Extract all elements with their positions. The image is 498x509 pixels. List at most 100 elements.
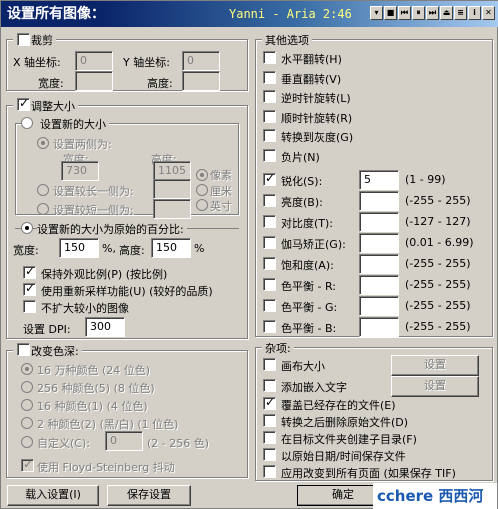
close-icon[interactable]: ✕: [482, 6, 495, 20]
adjust-label: 饱和度(A):: [281, 259, 334, 272]
stop-icon[interactable]: ■: [384, 6, 397, 20]
keep-date-checkbox[interactable]: [263, 448, 276, 461]
load-settings-button[interactable]: 载入设置(I): [7, 485, 99, 506]
other-option-checkbox[interactable]: [263, 51, 276, 64]
adjust-label: 亮度(B):: [281, 196, 323, 209]
adjust-input[interactable]: [359, 233, 399, 253]
adjust-range: (-255 - 255): [405, 320, 471, 333]
other-option-label: 转换到灰度(G): [281, 131, 354, 144]
other-options-caption: 其他选项: [262, 32, 312, 48]
menu-icon[interactable]: ▾: [370, 6, 383, 20]
create-subdir-checkbox[interactable]: [263, 431, 276, 444]
depth-8bit-radio[interactable]: [21, 381, 33, 393]
adjust-checkbox[interactable]: [263, 236, 276, 249]
adjust-label: 色平衡 - R:: [281, 280, 336, 293]
adjust-checkbox[interactable]: [263, 278, 276, 291]
new-size-radio[interactable]: [21, 117, 33, 129]
both-height-input[interactable]: 1105: [153, 161, 191, 181]
unit-px-radio[interactable]: [196, 169, 208, 181]
shorter-side-radio[interactable]: [37, 203, 49, 215]
all-pages-label: 应用改变到所有页面 (如果保存 TIF): [281, 467, 456, 480]
longer-side-input[interactable]: [153, 179, 191, 199]
adjust-input[interactable]: [359, 191, 399, 211]
no-enlarge-checkbox[interactable]: [23, 300, 36, 313]
adjust-checkbox[interactable]: [263, 257, 276, 270]
both-sides-radio[interactable]: [37, 137, 49, 149]
now-playing-text: Yanni - Aria 2:46: [229, 7, 352, 21]
crop-height-label: 高度:: [147, 77, 173, 90]
depth-custom-radio[interactable]: [21, 436, 33, 448]
embed-text-checkbox[interactable]: [263, 379, 276, 392]
eject-icon[interactable]: ⏏: [440, 6, 453, 20]
dpi-input[interactable]: 300: [85, 317, 125, 337]
adjust-input[interactable]: 5: [359, 170, 399, 190]
percent-height-input[interactable]: 150: [151, 238, 191, 258]
adjust-input[interactable]: [359, 254, 399, 274]
both-sides-label: 设置两侧为:: [53, 138, 112, 151]
crop-x-input[interactable]: 0: [75, 51, 113, 71]
resample-checkbox[interactable]: [23, 281, 36, 296]
adjust-checkbox[interactable]: [263, 171, 276, 186]
save-settings-button[interactable]: 保存设置: [107, 485, 191, 506]
window-title: 设置所有图像：: [7, 6, 105, 22]
pause-icon[interactable]: ⏸: [412, 6, 425, 20]
crop-y-label: Y 轴坐标:: [123, 56, 170, 69]
all-pages-checkbox[interactable]: [263, 465, 276, 478]
next-icon[interactable]: ⏭: [426, 6, 439, 20]
adjust-checkbox[interactable]: [263, 299, 276, 312]
overwrite-label: 覆盖已经存在的文件(E): [281, 399, 396, 412]
playlist-icon[interactable]: ≡: [454, 6, 467, 20]
both-width-input[interactable]: 730: [61, 161, 99, 181]
adjust-input[interactable]: [359, 296, 399, 316]
adjust-input[interactable]: [359, 317, 399, 337]
adjust-range: (-255 - 255): [405, 278, 471, 291]
other-option-checkbox[interactable]: [263, 109, 276, 123]
floyd-label: 使用 Floyd-Steinberg 抖动: [37, 461, 175, 474]
other-option-checkbox[interactable]: [263, 70, 276, 84]
percent-width-input[interactable]: 150: [59, 238, 99, 258]
depth-8bit-label: 256 种颜色(5) (8 位色): [37, 382, 155, 395]
keep-aspect-checkbox[interactable]: [23, 264, 36, 279]
unit-cm-label: 厘米: [210, 185, 232, 198]
depth-24bit-radio[interactable]: [21, 363, 33, 375]
embed-text-label: 添加嵌入文字: [281, 381, 347, 394]
depth-1bit-radio[interactable]: [21, 417, 33, 429]
adjust-input[interactable]: [359, 275, 399, 295]
longer-side-radio[interactable]: [37, 184, 49, 196]
crop-checkbox[interactable]: [17, 33, 30, 46]
depth-custom-input[interactable]: 0: [105, 431, 143, 451]
depth-4bit-radio[interactable]: [21, 399, 33, 411]
embed-settings-button[interactable]: 设置: [391, 376, 479, 397]
shorter-side-input[interactable]: [153, 199, 191, 219]
other-option-checkbox[interactable]: [263, 129, 276, 142]
other-option-checkbox[interactable]: [263, 148, 276, 162]
misc-caption: 杂项:: [262, 340, 294, 356]
percent-sym-2: %: [194, 242, 205, 255]
adjust-checkbox[interactable]: [263, 215, 276, 228]
info-icon[interactable]: i: [468, 6, 481, 20]
percent-radio[interactable]: [21, 222, 33, 234]
adjust-label: 色平衡 - G:: [281, 301, 338, 314]
canvas-settings-button[interactable]: 设置: [391, 355, 479, 376]
resize-checkbox[interactable]: [17, 96, 30, 111]
adjust-checkbox[interactable]: [263, 194, 276, 207]
crop-y-input[interactable]: 0: [182, 51, 220, 71]
percent-height-label: 高度:: [119, 244, 145, 257]
floyd-checkbox[interactable]: [21, 457, 34, 472]
color-depth-checkbox[interactable]: [17, 343, 30, 356]
prev-icon[interactable]: ⏮: [398, 6, 411, 20]
delete-original-label: 转换之后删除原始文件(D): [281, 416, 409, 429]
no-enlarge-label: 不扩大较小的图像: [41, 302, 129, 315]
other-option-checkbox[interactable]: [263, 90, 276, 103]
crop-width-input[interactable]: [75, 71, 113, 91]
other-option-label: 负片(N): [281, 150, 320, 164]
adjust-input[interactable]: [359, 212, 399, 232]
crop-height-input[interactable]: [182, 71, 220, 91]
canvas-size-checkbox[interactable]: [263, 358, 276, 371]
unit-in-radio[interactable]: [196, 199, 208, 211]
depth-24bit-label: 16 万种颜色 (24 位色): [37, 364, 151, 377]
delete-original-checkbox[interactable]: [263, 414, 276, 427]
overwrite-checkbox[interactable]: [263, 395, 276, 410]
unit-cm-radio[interactable]: [196, 184, 208, 196]
adjust-checkbox[interactable]: [263, 320, 276, 333]
